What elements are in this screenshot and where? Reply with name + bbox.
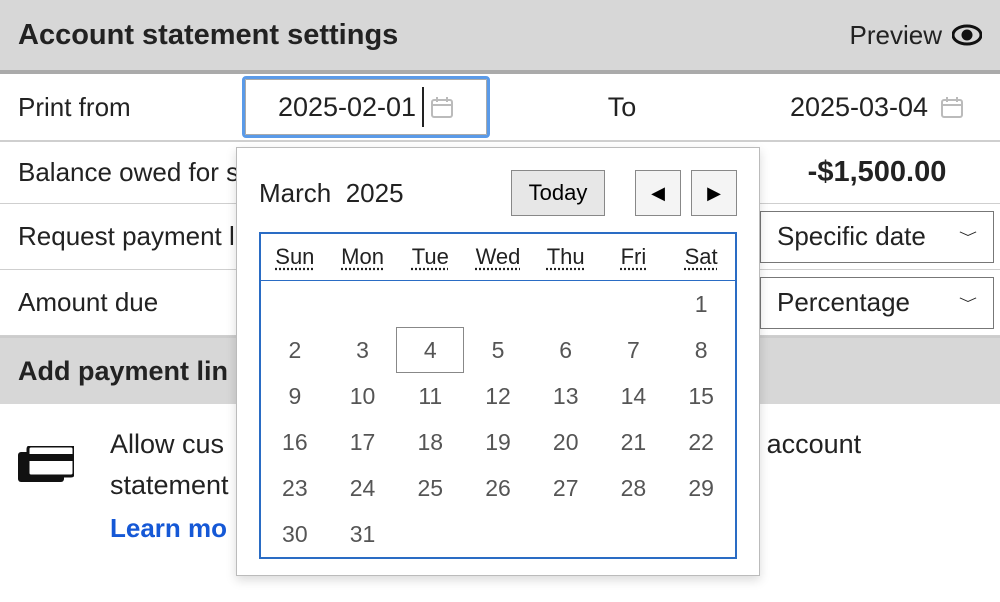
- prev-month-button[interactable]: ◀: [635, 170, 681, 216]
- preview-label: Preview: [850, 20, 942, 51]
- day-header: Fri: [600, 234, 668, 280]
- page-title: Account statement settings: [18, 19, 398, 52]
- request-payment-select[interactable]: Specific date ﹀: [760, 211, 994, 263]
- amount-due-select[interactable]: Percentage ﹀: [760, 277, 994, 329]
- to-label: To: [490, 92, 754, 123]
- calendar-empty-cell: [396, 281, 464, 327]
- calendar-day[interactable]: 21: [600, 419, 668, 465]
- day-header: Sun: [261, 234, 329, 280]
- calendar-day[interactable]: 20: [532, 419, 600, 465]
- next-month-button[interactable]: ▶: [691, 170, 737, 216]
- calendar-day[interactable]: 17: [329, 419, 397, 465]
- calendar-empty-cell: [329, 281, 397, 327]
- calendar-day[interactable]: 22: [667, 419, 735, 465]
- day-header: Wed: [464, 234, 532, 280]
- print-from-label: Print from: [0, 92, 242, 123]
- calendar-day[interactable]: 2: [261, 327, 329, 373]
- calendar-day[interactable]: 4: [396, 327, 464, 373]
- amount-due-value: Percentage: [777, 287, 910, 318]
- calendar-day[interactable]: 23: [261, 465, 329, 511]
- print-from-date-input[interactable]: 2025-02-01: [242, 76, 490, 138]
- calendar-day[interactable]: 25: [396, 465, 464, 511]
- calendar-icon: [940, 95, 964, 119]
- print-to-date-input[interactable]: 2025-03-04: [754, 76, 1000, 138]
- day-header: Tue: [396, 234, 464, 280]
- triangle-right-icon: ▶: [707, 183, 721, 204]
- calendar-empty-cell: [532, 281, 600, 327]
- credit-card-icon: [18, 446, 74, 490]
- request-payment-label: Request payment l: [0, 221, 235, 252]
- calendar-icon: [430, 95, 454, 119]
- calendar-day[interactable]: 8: [667, 327, 735, 373]
- text-cursor: [422, 87, 424, 127]
- picker-month-label: March: [259, 178, 331, 208]
- calendar-day[interactable]: 7: [600, 327, 668, 373]
- calendar-empty-cell: [261, 281, 329, 327]
- calendar-day[interactable]: 27: [532, 465, 600, 511]
- calendar-day[interactable]: 24: [329, 465, 397, 511]
- calendar-day[interactable]: 30: [261, 511, 329, 557]
- today-button[interactable]: Today: [511, 170, 605, 216]
- print-to-date-value: 2025-03-04: [790, 92, 928, 123]
- calendar-day[interactable]: 14: [600, 373, 668, 419]
- calendar-day[interactable]: 15: [667, 373, 735, 419]
- calendar-day[interactable]: 10: [329, 373, 397, 419]
- calendar-day[interactable]: 12: [464, 373, 532, 419]
- balance-owed-value: -$1,500.00: [754, 156, 1000, 189]
- day-header: Sat: [667, 234, 735, 280]
- amount-due-label: Amount due: [0, 287, 158, 318]
- calendar-day[interactable]: 18: [396, 419, 464, 465]
- calendar-day[interactable]: 19: [464, 419, 532, 465]
- preview-button[interactable]: Preview: [850, 20, 982, 51]
- request-payment-value: Specific date: [777, 221, 926, 252]
- day-header: Thu: [532, 234, 600, 280]
- learn-more-link[interactable]: Learn mo: [110, 513, 227, 544]
- picker-year-label: 2025: [346, 178, 404, 208]
- calendar-empty-cell: [464, 281, 532, 327]
- calendar-day[interactable]: 6: [532, 327, 600, 373]
- balance-owed-label: Balance owed for s: [0, 157, 239, 188]
- chevron-down-icon: ﹀: [959, 227, 977, 245]
- calendar-day[interactable]: 13: [532, 373, 600, 419]
- calendar-day[interactable]: 31: [329, 511, 397, 557]
- day-header: Mon: [329, 234, 397, 280]
- calendar-day[interactable]: 3: [329, 327, 397, 373]
- body-text-line1-left: Allow cus: [110, 429, 224, 459]
- calendar-empty-cell: [600, 281, 668, 327]
- triangle-left-icon: ◀: [651, 183, 665, 204]
- calendar-day[interactable]: 29: [667, 465, 735, 511]
- add-payment-link-title: Add payment lin: [0, 356, 228, 387]
- calendar-day[interactable]: 28: [600, 465, 668, 511]
- calendar-day[interactable]: 26: [464, 465, 532, 511]
- eye-icon: [952, 24, 982, 46]
- date-picker-popup: March 2025 Today ◀ ▶ SunMonTueWedThuFriS…: [236, 147, 760, 576]
- calendar-day[interactable]: 5: [464, 327, 532, 373]
- chevron-down-icon: ﹀: [959, 293, 977, 311]
- calendar-day[interactable]: 16: [261, 419, 329, 465]
- calendar-day[interactable]: 11: [396, 373, 464, 419]
- calendar-day[interactable]: 9: [261, 373, 329, 419]
- print-from-date-value: 2025-02-01: [278, 92, 416, 123]
- calendar-day[interactable]: 1: [667, 281, 735, 327]
